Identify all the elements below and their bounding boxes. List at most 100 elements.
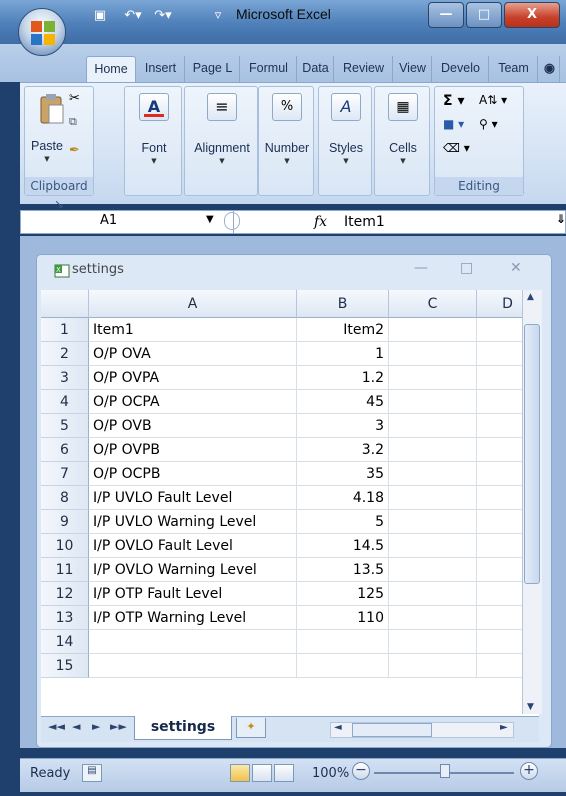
table-cell[interactable]: [389, 558, 477, 582]
autosum-icon[interactable]: Σ ▾: [443, 93, 464, 109]
table-cell[interactable]: O/P OVPB: [89, 438, 297, 462]
tab-data[interactable]: Data: [298, 56, 334, 82]
table-cell[interactable]: [389, 654, 477, 678]
formula-input[interactable]: Item1: [344, 212, 385, 232]
scroll-up-icon[interactable]: ▲: [527, 292, 534, 302]
table-cell[interactable]: 110: [297, 606, 389, 630]
table-cell[interactable]: Item1: [89, 318, 297, 342]
table-cell[interactable]: [389, 462, 477, 486]
styles-group[interactable]: A Styles ▼: [318, 86, 372, 196]
dialog-launcher-icon[interactable]: ↘: [54, 197, 64, 211]
table-cell[interactable]: 4.18: [297, 486, 389, 510]
table-cell[interactable]: O/P OCPA: [89, 390, 297, 414]
row-header[interactable]: 15: [41, 654, 89, 678]
office-button[interactable]: [18, 8, 66, 56]
close-button[interactable]: X: [504, 2, 560, 28]
zoom-out-icon[interactable]: −: [352, 762, 370, 780]
row-header[interactable]: 10: [41, 534, 89, 558]
column-header-b[interactable]: B: [297, 290, 389, 318]
table-cell[interactable]: 1.2: [297, 366, 389, 390]
tab-review[interactable]: Review: [335, 56, 393, 82]
table-cell[interactable]: [297, 630, 389, 654]
insert-function-icon[interactable]: fx: [314, 214, 327, 230]
row-header[interactable]: 13: [41, 606, 89, 630]
table-cell[interactable]: I/P OTP Fault Level: [89, 582, 297, 606]
zoom-in-icon[interactable]: +: [520, 762, 538, 780]
table-cell[interactable]: [389, 318, 477, 342]
table-cell[interactable]: I/P UVLO Fault Level: [89, 486, 297, 510]
save-icon[interactable]: ▣: [92, 7, 108, 25]
paste-icon[interactable]: [37, 91, 67, 127]
column-header-c[interactable]: C: [389, 290, 477, 318]
table-cell[interactable]: [389, 630, 477, 654]
clear-icon[interactable]: ⌫ ▾: [443, 141, 470, 155]
table-cell[interactable]: I/P OVLO Fault Level: [89, 534, 297, 558]
customize-quick-access-icon[interactable]: ▿: [210, 7, 226, 25]
table-cell[interactable]: I/P OVLO Warning Level: [89, 558, 297, 582]
table-cell[interactable]: I/P OTP Warning Level: [89, 606, 297, 630]
alignment-group[interactable]: ≡ Alignment ▼: [184, 86, 258, 196]
tab-view[interactable]: View: [394, 56, 432, 82]
workbook-restore-button[interactable]: □: [460, 260, 473, 276]
page-layout-view-icon[interactable]: [252, 764, 272, 782]
insert-sheet-icon[interactable]: ✦: [236, 718, 266, 738]
table-cell[interactable]: [389, 534, 477, 558]
table-cell[interactable]: [89, 630, 297, 654]
help-icon[interactable]: ◉: [540, 56, 560, 82]
row-header[interactable]: 12: [41, 582, 89, 606]
last-sheet-icon[interactable]: ►►: [110, 720, 127, 733]
name-box-dropdown-icon[interactable]: ▼: [206, 214, 214, 225]
table-cell[interactable]: Item2: [297, 318, 389, 342]
table-cell[interactable]: [389, 366, 477, 390]
table-cell[interactable]: [389, 414, 477, 438]
sheet-tab-settings[interactable]: settings: [134, 716, 232, 740]
tab-page-layout[interactable]: Page L: [186, 56, 240, 82]
font-group[interactable]: A Font ▼: [124, 86, 182, 196]
undo-icon[interactable]: ↶▾: [120, 7, 146, 25]
minimize-button[interactable]: —: [428, 2, 464, 28]
table-cell[interactable]: [389, 582, 477, 606]
scroll-right-icon[interactable]: ►: [500, 722, 508, 733]
tab-home[interactable]: Home: [86, 56, 136, 82]
table-cell[interactable]: [389, 342, 477, 366]
tab-team[interactable]: Team: [490, 56, 538, 82]
macro-record-icon[interactable]: ▤: [82, 764, 102, 782]
table-cell[interactable]: O/P OCPB: [89, 462, 297, 486]
redo-icon[interactable]: ↷▾: [150, 7, 176, 25]
name-box[interactable]: A1: [20, 210, 234, 234]
row-header[interactable]: 5: [41, 414, 89, 438]
cells-group[interactable]: ▦ Cells ▼: [374, 86, 430, 196]
table-cell[interactable]: 5: [297, 510, 389, 534]
formula-bar-expander-icon[interactable]: [224, 212, 240, 230]
zoom-slider-handle[interactable]: [440, 764, 450, 778]
tab-formulas[interactable]: Formul: [241, 56, 297, 82]
table-cell[interactable]: 45: [297, 390, 389, 414]
prev-sheet-icon[interactable]: ◄: [72, 720, 80, 733]
zoom-level[interactable]: 100%: [312, 766, 349, 781]
expand-formula-bar-icon[interactable]: ⇓: [556, 212, 566, 226]
table-cell[interactable]: I/P UVLO Warning Level: [89, 510, 297, 534]
table-cell[interactable]: 13.5: [297, 558, 389, 582]
row-header[interactable]: 9: [41, 510, 89, 534]
row-header[interactable]: 11: [41, 558, 89, 582]
paste-dropdown-icon[interactable]: ▼: [25, 155, 69, 163]
format-painter-icon[interactable]: ✒: [69, 143, 87, 159]
table-cell[interactable]: [389, 606, 477, 630]
copy-icon[interactable]: ⧉: [69, 115, 87, 131]
select-all-corner[interactable]: [41, 290, 89, 318]
find-select-icon[interactable]: ⚲ ▾: [479, 117, 498, 131]
sort-filter-icon[interactable]: A⇅ ▾: [479, 93, 507, 107]
table-cell[interactable]: 1: [297, 342, 389, 366]
page-break-preview-icon[interactable]: [274, 764, 294, 782]
row-header[interactable]: 14: [41, 630, 89, 654]
table-cell[interactable]: [89, 654, 297, 678]
table-cell[interactable]: O/P OVA: [89, 342, 297, 366]
row-header[interactable]: 2: [41, 342, 89, 366]
paste-button[interactable]: Paste: [25, 139, 69, 153]
row-header[interactable]: 4: [41, 390, 89, 414]
horizontal-scroll-thumb[interactable]: [352, 723, 432, 737]
maximize-button[interactable]: □: [466, 2, 502, 28]
vertical-scroll-thumb[interactable]: [524, 324, 540, 584]
normal-view-icon[interactable]: [230, 764, 250, 782]
table-cell[interactable]: O/P OVPA: [89, 366, 297, 390]
